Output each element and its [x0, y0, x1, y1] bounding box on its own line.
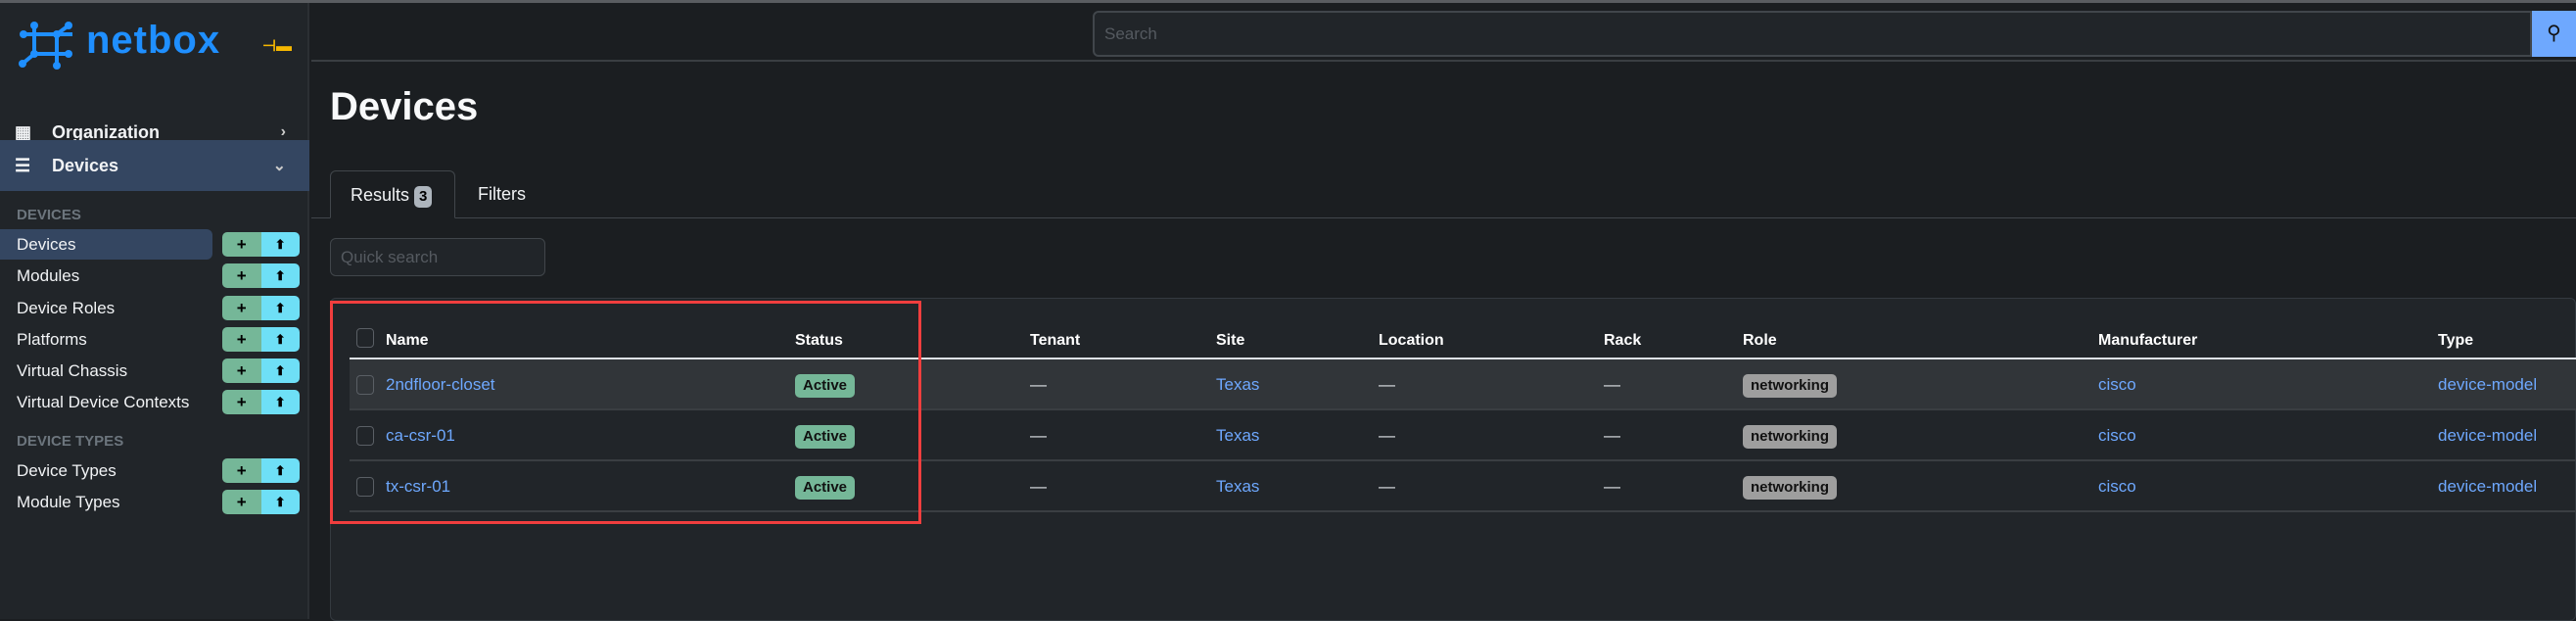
- role-badge[interactable]: networking: [1743, 410, 1838, 461]
- import-icon[interactable]: ⬆: [260, 296, 300, 320]
- search-icon[interactable]: ⚲: [2532, 11, 2576, 57]
- device-types-actions: + ⬆: [222, 458, 300, 483]
- role-label: networking: [1743, 424, 1838, 449]
- add-icon[interactable]: +: [222, 263, 261, 288]
- platforms-actions: + ⬆: [222, 327, 300, 352]
- netbox-logo-icon: [19, 22, 72, 70]
- device-type-link[interactable]: device-model: [2438, 359, 2537, 410]
- manufacturer-link[interactable]: cisco: [2098, 410, 2136, 461]
- brand-name[interactable]: netbox: [86, 19, 220, 63]
- role-badge[interactable]: networking: [1743, 461, 1838, 512]
- import-icon[interactable]: ⬆: [260, 358, 300, 383]
- tab-label: Results: [351, 185, 410, 205]
- import-icon[interactable]: ⬆: [260, 327, 300, 352]
- column-header-rack[interactable]: Rack: [1604, 332, 1641, 350]
- tab-results[interactable]: Results 3: [330, 170, 455, 218]
- column-header-type[interactable]: Type: [2438, 332, 2473, 350]
- device-type-link[interactable]: device-model: [2438, 461, 2537, 512]
- column-header-site[interactable]: Site: [1216, 332, 1244, 350]
- sidebar-item-virtual-chassis[interactable]: Virtual Chassis: [0, 356, 212, 386]
- tab-filters[interactable]: Filters: [478, 170, 526, 218]
- vdc-actions: + ⬆: [222, 390, 300, 414]
- modules-actions: + ⬆: [222, 263, 300, 288]
- add-icon[interactable]: +: [222, 358, 261, 383]
- add-icon[interactable]: +: [222, 390, 261, 414]
- add-icon[interactable]: +: [222, 490, 261, 514]
- section-devices: DEVICES: [17, 207, 81, 223]
- location-cell: —: [1379, 426, 1395, 445]
- module-types-actions: + ⬆: [222, 490, 300, 514]
- column-header-role[interactable]: Role: [1743, 332, 1777, 350]
- sidebar-item-platforms[interactable]: Platforms: [0, 324, 212, 355]
- add-icon[interactable]: +: [222, 232, 261, 257]
- import-icon[interactable]: ⬆: [260, 490, 300, 514]
- pin-icon[interactable]: ⊣▬: [262, 36, 292, 56]
- add-icon[interactable]: +: [222, 296, 261, 320]
- rack-cell: —: [1604, 375, 1620, 394]
- tenant-cell: —: [1030, 426, 1047, 445]
- add-icon[interactable]: +: [222, 458, 261, 483]
- rack-cell: —: [1604, 426, 1620, 445]
- import-icon[interactable]: ⬆: [260, 458, 300, 483]
- role-label: networking: [1743, 373, 1838, 398]
- menu-devices[interactable]: ☰ Devices ⌄: [0, 140, 309, 191]
- site-link[interactable]: Texas: [1216, 359, 1259, 410]
- quick-search-input[interactable]: Quick search: [330, 238, 545, 276]
- chevron-down-icon: ⌄: [272, 158, 286, 174]
- sidebar-item-virtual-device-contexts[interactable]: Virtual Device Contexts: [0, 387, 212, 417]
- section-device-types: DEVICE TYPES: [17, 433, 124, 450]
- sidebar-item-modules[interactable]: Modules: [0, 261, 212, 291]
- import-icon[interactable]: ⬆: [260, 232, 300, 257]
- results-count-badge: 3: [414, 186, 433, 208]
- page-title: Devices: [330, 85, 479, 128]
- devices-actions: + ⬆: [222, 232, 300, 257]
- sidebar-item-module-types[interactable]: Module Types: [0, 487, 212, 517]
- add-icon[interactable]: +: [222, 327, 261, 352]
- column-header-location[interactable]: Location: [1379, 332, 1444, 350]
- role-label: networking: [1743, 475, 1838, 500]
- import-icon[interactable]: ⬆: [260, 390, 300, 414]
- highlight-box: [330, 301, 921, 524]
- import-icon[interactable]: ⬆: [260, 263, 300, 288]
- device-roles-actions: + ⬆: [222, 296, 300, 320]
- virtual-chassis-actions: + ⬆: [222, 358, 300, 383]
- sidebar-item-devices[interactable]: Devices: [0, 229, 212, 260]
- search-input[interactable]: Search: [1093, 11, 2532, 57]
- column-header-tenant[interactable]: Tenant: [1030, 332, 1080, 350]
- location-cell: —: [1379, 375, 1395, 394]
- site-link[interactable]: Texas: [1216, 461, 1259, 512]
- manufacturer-link[interactable]: cisco: [2098, 461, 2136, 512]
- server-icon: ☰: [15, 155, 31, 175]
- tabs-divider: [311, 217, 2576, 218]
- sidebar-item-device-types[interactable]: Device Types: [0, 455, 212, 486]
- role-badge[interactable]: networking: [1743, 359, 1838, 410]
- rack-cell: —: [1604, 477, 1620, 496]
- device-type-link[interactable]: device-model: [2438, 410, 2537, 461]
- sidebar: netbox ⊣▬ ▦ Organization › ☰ Devices ⌄ D…: [0, 3, 309, 619]
- column-header-manufacturer[interactable]: Manufacturer: [2098, 332, 2197, 350]
- manufacturer-link[interactable]: cisco: [2098, 359, 2136, 410]
- menu-label: Devices: [52, 155, 119, 175]
- tenant-cell: —: [1030, 477, 1047, 496]
- location-cell: —: [1379, 477, 1395, 496]
- sidebar-item-device-roles[interactable]: Device Roles: [0, 293, 212, 323]
- chevron-right-icon: ›: [280, 123, 286, 140]
- site-link[interactable]: Texas: [1216, 410, 1259, 461]
- tenant-cell: —: [1030, 375, 1047, 394]
